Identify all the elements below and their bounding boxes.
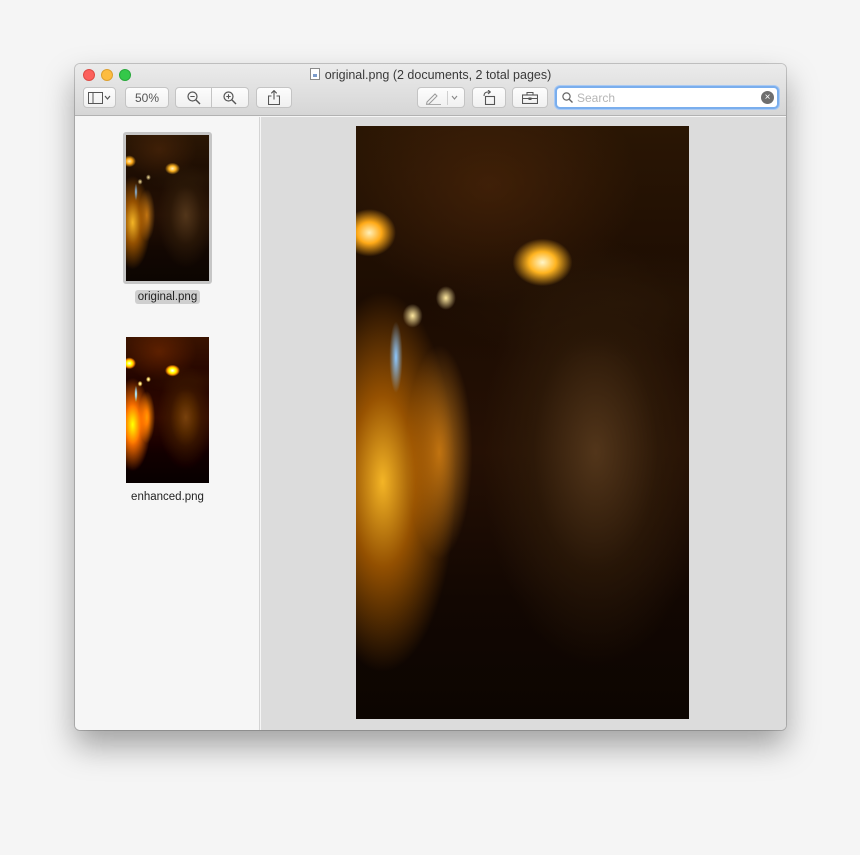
zoom-level-button[interactable]: 50% bbox=[125, 87, 169, 108]
zoom-out-icon bbox=[186, 90, 200, 104]
sidebar-icon bbox=[87, 91, 110, 104]
zoom-level-label: 50% bbox=[134, 90, 160, 105]
title-bar[interactable]: original.png (2 documents, 2 total pages… bbox=[75, 64, 786, 116]
search-field[interactable]: × bbox=[555, 86, 779, 109]
thumbnail-enhanced[interactable] bbox=[123, 334, 212, 486]
document-page-image bbox=[356, 126, 689, 719]
share-icon bbox=[268, 90, 280, 105]
toolbox-icon bbox=[522, 91, 538, 104]
zoom-in-button[interactable] bbox=[211, 87, 249, 108]
thumbnail-image-original bbox=[126, 135, 209, 281]
window-title-text: original.png (2 documents, 2 total pages… bbox=[324, 68, 552, 82]
thumbnail-label-enhanced[interactable]: enhanced.png bbox=[75, 491, 260, 503]
sidebar-toggle-button[interactable] bbox=[83, 87, 116, 108]
window-title: original.png (2 documents, 2 total pages… bbox=[75, 68, 786, 82]
document-viewer[interactable] bbox=[261, 117, 786, 730]
toolbox-button[interactable] bbox=[512, 87, 548, 108]
share-button[interactable] bbox=[256, 87, 292, 108]
search-input[interactable] bbox=[577, 90, 757, 105]
document-icon bbox=[309, 68, 320, 80]
search-icon bbox=[562, 92, 573, 103]
preview-window: original.png (2 documents, 2 total pages… bbox=[75, 64, 786, 730]
zoom-out-button[interactable] bbox=[175, 87, 212, 108]
rotate-left-icon bbox=[483, 90, 496, 105]
markup-button[interactable] bbox=[417, 87, 465, 108]
thumbnail-label-original[interactable]: original.png bbox=[75, 290, 260, 304]
pen-icon bbox=[425, 90, 458, 105]
thumbnail-sidebar: original.png enhanced.png bbox=[75, 117, 260, 730]
rotate-button[interactable] bbox=[472, 87, 506, 108]
zoom-in-icon bbox=[223, 90, 237, 104]
clear-search-icon[interactable]: × bbox=[761, 91, 774, 104]
thumbnail-original[interactable] bbox=[123, 132, 212, 284]
thumbnail-image-enhanced bbox=[126, 337, 209, 483]
